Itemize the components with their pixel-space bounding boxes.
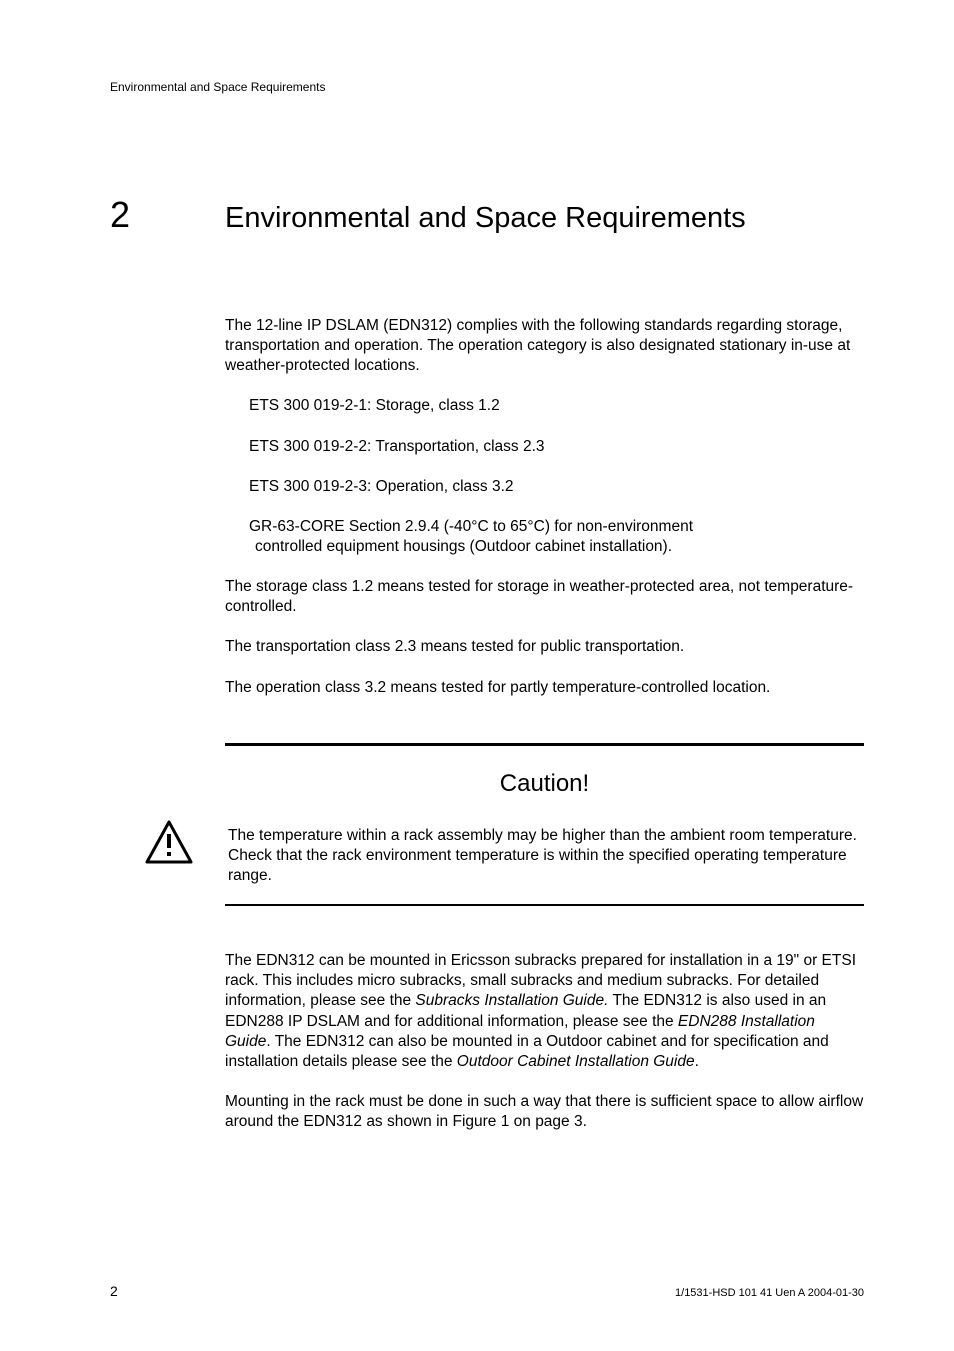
document-id: 1/1531-HSD 101 41 Uen A 2004-01-30: [675, 1287, 864, 1299]
text-run: .: [695, 1053, 699, 1070]
page-footer: 2 1/1531-HSD 101 41 Uen A 2004-01-30: [110, 1283, 864, 1299]
list-item: GR-63-CORE Section 2.9.4 (-40°C to 65°C)…: [225, 517, 864, 557]
body-paragraph: The operation class 3.2 means tested for…: [225, 678, 864, 698]
body-paragraph: The transportation class 2.3 means teste…: [225, 637, 864, 657]
bullet-list: ETS 300 019-2-1: Storage, class 1.2 ETS …: [225, 396, 864, 557]
section-title-row: 2 Environmental and Space Requirements: [110, 194, 864, 236]
body-paragraph: The EDN312 can be mounted in Ericsson su…: [225, 951, 864, 1072]
caution-heading: Caution!: [225, 770, 864, 798]
list-item: ETS 300 019-2-2: Transportation, class 2…: [225, 437, 864, 457]
content-body: The 12-line IP DSLAM (EDN312) complies w…: [225, 316, 864, 1132]
list-item-line2: controlled equipment housings (Outdoor c…: [249, 537, 864, 557]
body-paragraph: Mounting in the rack must be done in suc…: [225, 1092, 864, 1132]
list-item-line1: GR-63-CORE Section 2.9.4 (-40°C to 65°C)…: [249, 518, 693, 535]
body-paragraph: The storage class 1.2 means tested for s…: [225, 577, 864, 617]
list-item: ETS 300 019-2-3: Operation, class 3.2: [225, 477, 864, 497]
caution-text: The temperature within a rack assembly m…: [223, 826, 864, 886]
caution-box: Caution! The temperature within a rack a…: [225, 743, 864, 906]
page-header-breadcrumb: Environmental and Space Requirements: [110, 80, 864, 94]
list-item: ETS 300 019-2-1: Storage, class 1.2: [225, 396, 864, 416]
section-number: 2: [110, 194, 225, 236]
warning-icon: [145, 820, 193, 869]
page-number: 2: [110, 1283, 118, 1299]
section-title: Environmental and Space Requirements: [225, 202, 746, 235]
caution-rule-top: [225, 743, 864, 746]
italic-reference: Outdoor Cabinet Installation Guide: [457, 1053, 695, 1070]
caution-rule-bottom: [225, 904, 864, 906]
intro-paragraph: The 12-line IP DSLAM (EDN312) complies w…: [225, 316, 864, 376]
italic-reference: Subracks Installation Guide.: [415, 992, 608, 1009]
